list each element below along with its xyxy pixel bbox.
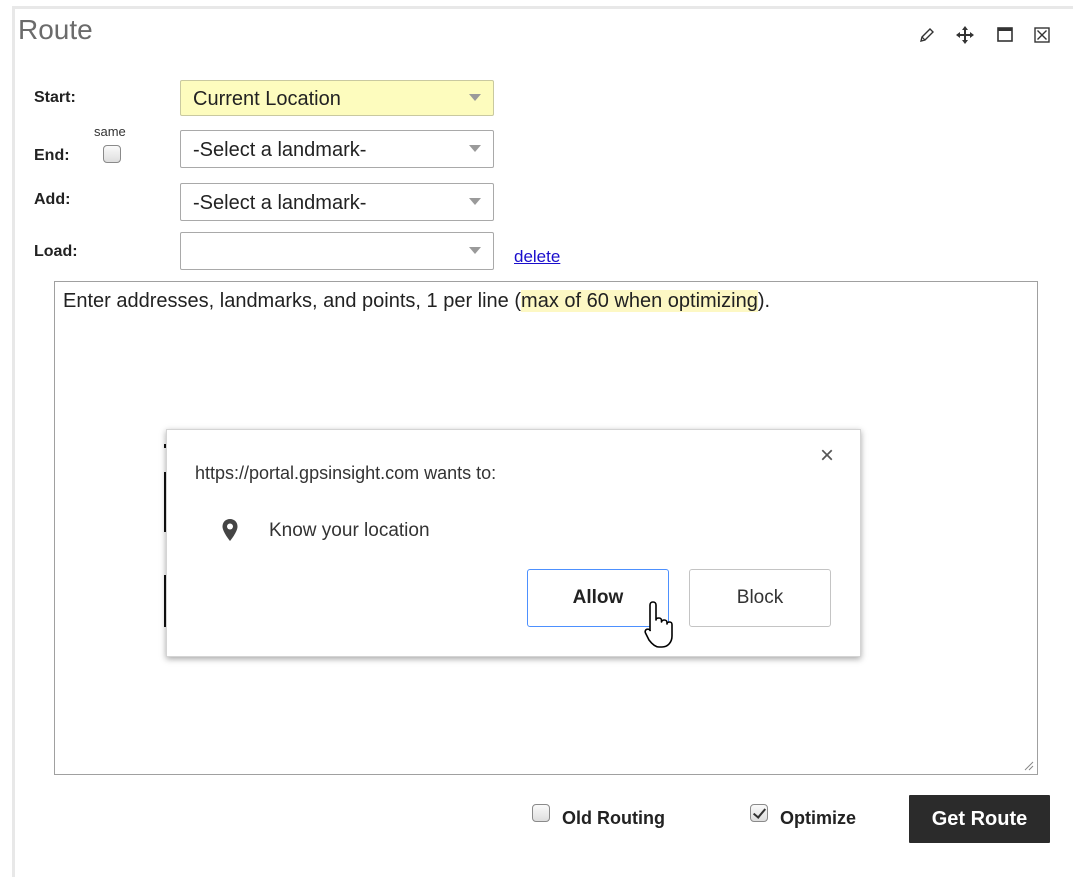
start-select[interactable]: Current Location (180, 80, 494, 116)
add-select[interactable]: -Select a landmark- (180, 183, 494, 221)
dialog-origin-text: https://portal.gpsinsight.com wants to: (195, 463, 497, 483)
delete-link[interactable]: delete (514, 247, 560, 267)
same-checkbox[interactable] (103, 145, 121, 163)
dialog-close-icon[interactable]: × (820, 442, 834, 470)
move-icon[interactable] (954, 24, 976, 46)
resize-grip-icon[interactable] (1022, 759, 1034, 771)
location-permission-dialog: https://portal.gpsinsight.com wants to: … (166, 429, 861, 657)
optimize-label: Optimize (780, 808, 857, 828)
pencil-icon[interactable] (916, 24, 938, 46)
maximize-icon[interactable] (994, 24, 1016, 46)
load-label: Load: (34, 243, 78, 260)
old-routing-label: Old Routing (562, 808, 665, 828)
start-select-value: Current Location (193, 88, 341, 110)
chevron-down-icon (469, 247, 481, 254)
add-label: Add: (34, 191, 71, 208)
end-label: End: (34, 147, 70, 164)
addresses-hint-suffix: ). (757, 290, 771, 312)
get-route-button[interactable]: Get Route (909, 795, 1050, 843)
end-select[interactable]: -Select a landmark- (180, 130, 494, 168)
add-select-value: -Select a landmark- (193, 192, 367, 214)
location-pin-icon (222, 519, 238, 541)
panel-title: Route (18, 14, 93, 45)
old-routing-checkbox[interactable] (532, 804, 550, 822)
mouse-cursor-icon (644, 601, 673, 648)
chevron-down-icon (469, 145, 481, 152)
same-label: same (94, 124, 126, 139)
start-label: Start: (34, 89, 76, 106)
permission-text: Know your location (269, 520, 430, 541)
addresses-hint-prefix: Enter addresses, landmarks, and points, … (63, 290, 522, 312)
optimize-checkbox[interactable] (750, 804, 768, 822)
load-select[interactable] (180, 232, 494, 270)
chevron-down-icon (469, 94, 481, 101)
close-box-icon[interactable] (1031, 24, 1053, 46)
block-button[interactable]: Block (689, 569, 831, 627)
addresses-hint-highlight: max of 60 when optimizing (521, 290, 758, 312)
end-select-value: -Select a landmark- (193, 139, 367, 161)
chevron-down-icon (469, 198, 481, 205)
